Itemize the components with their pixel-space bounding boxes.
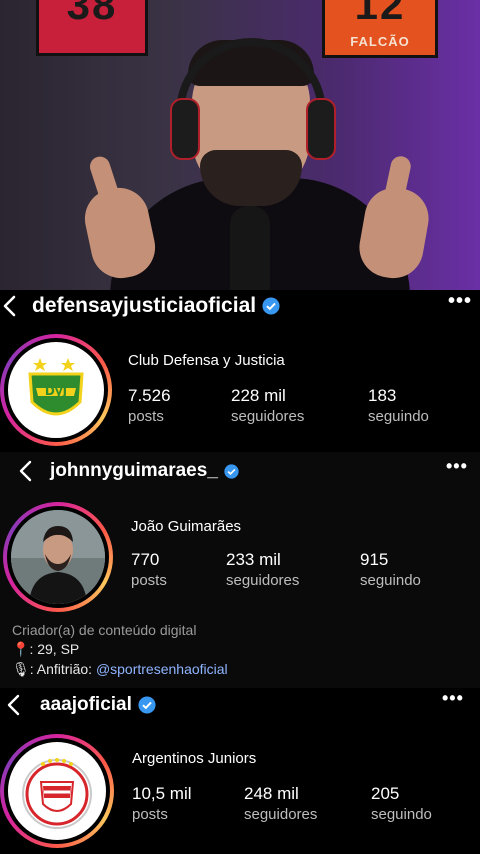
streamer-video: 38 12 FALCÃO: [0, 0, 480, 290]
bio-category: Criador(a) de conteúdo digital: [12, 622, 197, 638]
full-name: João Guimarães: [131, 518, 242, 535]
stat-followers[interactable]: 233 mil seguidores: [226, 550, 299, 589]
poster-number: 38: [66, 0, 118, 28]
verified-badge-icon: [224, 463, 239, 479]
more-options-icon[interactable]: •••: [446, 456, 468, 477]
stat-following[interactable]: 205 seguindo: [371, 784, 432, 823]
bio-mention-link[interactable]: @sportresenhaoficial: [96, 661, 228, 677]
microphone-icon: 🎙: [12, 661, 30, 677]
bio-host: 🎙: Anfitrião: @sportresenhaoficial: [12, 661, 228, 677]
location-pin-icon: 📍: [12, 641, 30, 657]
stat-following[interactable]: 915 seguindo: [360, 550, 421, 589]
more-options-icon[interactable]: •••: [448, 290, 472, 313]
logo-text: DyJ: [45, 384, 67, 398]
profile-card-defensayjusticia: defensayjusticiaoficial ••• DyJ Club Def…: [0, 290, 480, 452]
stat-posts[interactable]: 10,5 mil posts: [132, 784, 192, 823]
bio-location: 📍: 29, SP: [12, 641, 80, 657]
profile-card-johnnyguimaraes: johnnyguimaraes_ ••• João Guimarães 770 …: [0, 452, 480, 688]
avatar-johnnyguimaraes[interactable]: [11, 510, 105, 604]
back-chevron-icon[interactable]: [6, 694, 22, 716]
profile-handle: johnnyguimaraes_: [50, 460, 239, 482]
streamer: [70, 38, 450, 290]
avatar-aaajoficial[interactable]: [8, 742, 106, 840]
stat-posts[interactable]: 7.526 posts: [128, 386, 171, 425]
profile-handle: aaajoficial: [40, 694, 156, 716]
full-name: Club Defensa y Justicia: [128, 352, 285, 369]
stat-posts[interactable]: 770 posts: [131, 550, 167, 589]
poster-number: 12: [354, 0, 406, 28]
microphone: [230, 206, 270, 290]
verified-badge-icon: [262, 297, 280, 315]
stat-followers[interactable]: 248 mil seguidores: [244, 784, 317, 823]
full-name: Argentinos Juniors: [132, 750, 257, 767]
avatar-defensayjusticia[interactable]: DyJ: [8, 342, 104, 438]
profile-card-aaajoficial: aaajoficial ••• Argentinos Juniors 10,5 …: [0, 688, 480, 854]
stat-following[interactable]: 183 seguindo: [368, 386, 429, 425]
back-chevron-icon[interactable]: [2, 295, 18, 317]
more-options-icon[interactable]: •••: [442, 688, 464, 709]
verified-badge-icon: [138, 696, 156, 714]
back-chevron-icon[interactable]: [18, 460, 34, 482]
stat-followers[interactable]: 228 mil seguidores: [231, 386, 304, 425]
profile-handle: defensayjusticiaoficial: [32, 294, 280, 318]
